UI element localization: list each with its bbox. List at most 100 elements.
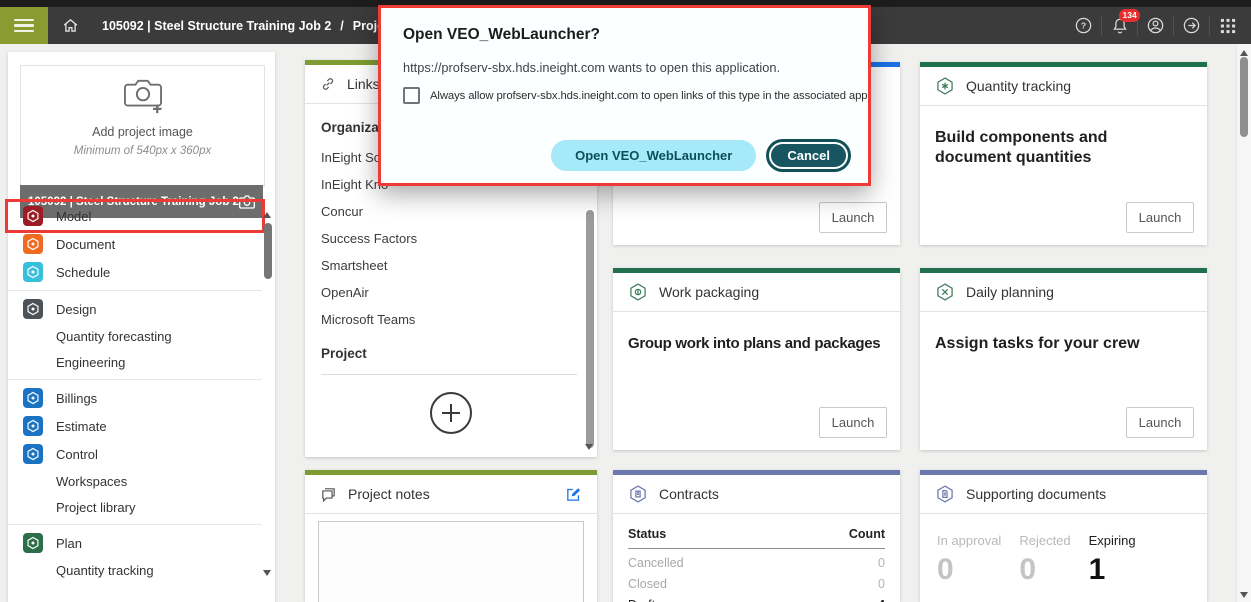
page-scroll-up[interactable] xyxy=(1240,50,1248,56)
link-item[interactable]: Success Factors xyxy=(321,225,581,252)
notes-icon xyxy=(322,487,335,502)
sidebar-item-workspaces[interactable]: Workspaces xyxy=(8,468,262,494)
card-header: Quantity tracking xyxy=(920,67,1207,106)
open-veo-weblauncher-button[interactable]: Open VEO_WebLauncher xyxy=(551,140,757,171)
apps-button[interactable] xyxy=(1210,7,1245,44)
table-row[interactable]: Cancelled 0 xyxy=(628,549,885,570)
sidebar-item-engineering[interactable]: Engineering xyxy=(8,349,262,375)
sidebar-item-project-library[interactable]: Project library xyxy=(8,494,262,520)
edit-notes-button[interactable] xyxy=(565,486,582,503)
card-title: Daily planning xyxy=(966,284,1054,300)
sidebar-item-label: Schedule xyxy=(56,264,111,280)
add-link-button[interactable] xyxy=(428,390,474,436)
supporting-documents-card: Supporting documents In approval 0 Rejec… xyxy=(920,470,1207,602)
link-icon xyxy=(322,78,334,90)
obscured-card-launch-button[interactable]: Launch xyxy=(819,202,887,233)
links-scrollbar-thumb[interactable] xyxy=(586,210,594,448)
link-item[interactable]: Smartsheet xyxy=(321,252,581,279)
link-item[interactable]: Microsoft Teams xyxy=(321,306,581,333)
quantity-tracking-card: Quantity tracking Build components and d… xyxy=(920,62,1207,245)
table-row[interactable]: Closed 0 xyxy=(628,570,885,591)
sidebar-item-document[interactable]: Document xyxy=(8,230,262,258)
page-scroll-down[interactable] xyxy=(1240,592,1248,598)
sidebar-item-label: Project library xyxy=(56,499,136,515)
sidebar-item-billings[interactable]: Billings xyxy=(8,384,262,412)
sidebar-item-control[interactable]: Control xyxy=(8,440,262,468)
work-packaging-launch-button[interactable]: Launch xyxy=(819,407,887,438)
notes-header: Project notes xyxy=(305,475,597,514)
daily-planning-launch-button[interactable]: Launch xyxy=(1126,407,1194,438)
sidebar-scroll-down[interactable] xyxy=(263,570,271,576)
breadcrumb-project[interactable]: 105092 | Steel Structure Training Job 2 xyxy=(102,19,331,33)
links-divider xyxy=(321,374,577,375)
sidebar-item-schedule[interactable]: Schedule xyxy=(8,258,262,286)
camera-add-icon xyxy=(123,79,162,114)
hamburger-menu-button[interactable] xyxy=(0,7,48,44)
logout-button[interactable] xyxy=(1174,7,1209,44)
status-cell: Draft xyxy=(628,598,655,602)
breadcrumb-separator: / xyxy=(340,18,344,33)
sidebar-item-label: Design xyxy=(56,301,97,317)
status-cell: Cancelled xyxy=(628,556,684,570)
sidebar-item-model[interactable]: Model xyxy=(5,199,265,233)
apps-grid-icon xyxy=(1220,18,1235,33)
add-project-image-card[interactable]: Add project image Minimum of 540px x 360… xyxy=(20,65,265,187)
notifications-button[interactable]: 134 xyxy=(1102,7,1141,44)
sidebar-scrollbar-thumb[interactable] xyxy=(264,223,272,279)
quantity-tracking-launch-button[interactable]: Launch xyxy=(1126,202,1194,233)
stat-value: 0 xyxy=(937,553,954,586)
links-scroll-down[interactable] xyxy=(585,444,593,450)
always-allow-checkbox[interactable] xyxy=(403,87,420,104)
sidebar-item-quantity-tracking[interactable]: Quantity tracking xyxy=(8,557,262,583)
menu-divider xyxy=(8,290,262,291)
sidebar-item-label: Quantity tracking xyxy=(56,562,154,578)
card-header: Supporting documents xyxy=(920,475,1207,514)
help-button[interactable]: ? xyxy=(1066,7,1101,44)
card-header: Daily planning xyxy=(920,273,1207,312)
sidebar-item-quantity-forecasting[interactable]: Quantity forecasting xyxy=(8,323,262,349)
quantity-tracking-icon xyxy=(937,77,953,95)
stat-label: Expiring xyxy=(1088,533,1136,548)
stat-expiring[interactable]: Expiring 1 xyxy=(1089,533,1136,587)
billings-icon xyxy=(23,388,43,408)
document-stats: In approval 0 Rejected 0 Expiring 1 xyxy=(920,514,1207,587)
stat-value: 1 xyxy=(1088,553,1106,586)
stat-value: 0 xyxy=(1019,553,1037,586)
sidebar-item-estimate[interactable]: Estimate xyxy=(8,412,262,440)
page-scrollbar-thumb[interactable] xyxy=(1240,57,1248,137)
design-icon xyxy=(23,299,43,319)
open-app-dialog: Open VEO_WebLauncher? https://profserv-s… xyxy=(378,5,871,186)
card-title: Work packaging xyxy=(659,284,760,300)
work-packaging-card: Work packaging Group work into plans and… xyxy=(613,268,900,450)
account-icon xyxy=(1147,17,1164,34)
link-item[interactable]: OpenAir xyxy=(321,279,581,306)
card-title: Supporting documents xyxy=(966,486,1107,502)
page-scrollbar xyxy=(1236,44,1251,602)
project-notes-panel: Project notes xyxy=(305,470,597,602)
help-icon: ? xyxy=(1075,17,1092,34)
stat-rejected[interactable]: Rejected 0 xyxy=(1019,533,1070,587)
document-icon xyxy=(23,234,43,254)
sidebar-item-design[interactable]: Design xyxy=(8,295,262,323)
home-button[interactable] xyxy=(52,7,88,44)
contracts-table-header: Status Count xyxy=(628,527,885,549)
stat-in-approval[interactable]: In approval 0 xyxy=(937,533,1001,587)
estimate-icon xyxy=(23,416,43,436)
cancel-button[interactable]: Cancel xyxy=(769,142,848,169)
card-statement: Group work into plans and packages xyxy=(628,335,881,352)
notes-text-area[interactable] xyxy=(318,521,584,602)
image-min-size-label: Minimum of 540px x 360px xyxy=(73,145,212,157)
account-button[interactable] xyxy=(1138,7,1173,44)
table-row[interactable]: Draft 4 xyxy=(628,591,885,602)
stat-label: In approval xyxy=(937,533,1002,548)
project-heading: Project xyxy=(321,346,367,361)
notification-badge: 134 xyxy=(1119,9,1141,22)
daily-planning-card: Daily planning Assign tasks for your cre… xyxy=(920,268,1207,450)
sidebar: Add project image Minimum of 540px x 360… xyxy=(5,52,275,602)
contracts-table: Status Count Cancelled 0 Closed 0 Draft … xyxy=(613,527,900,602)
hamburger-icon xyxy=(14,18,34,22)
sidebar-item-plan[interactable]: Plan xyxy=(8,529,262,557)
link-item[interactable]: Concur xyxy=(321,198,581,225)
card-header: Work packaging xyxy=(613,273,900,312)
sidebar-scroll-up[interactable] xyxy=(263,212,271,218)
